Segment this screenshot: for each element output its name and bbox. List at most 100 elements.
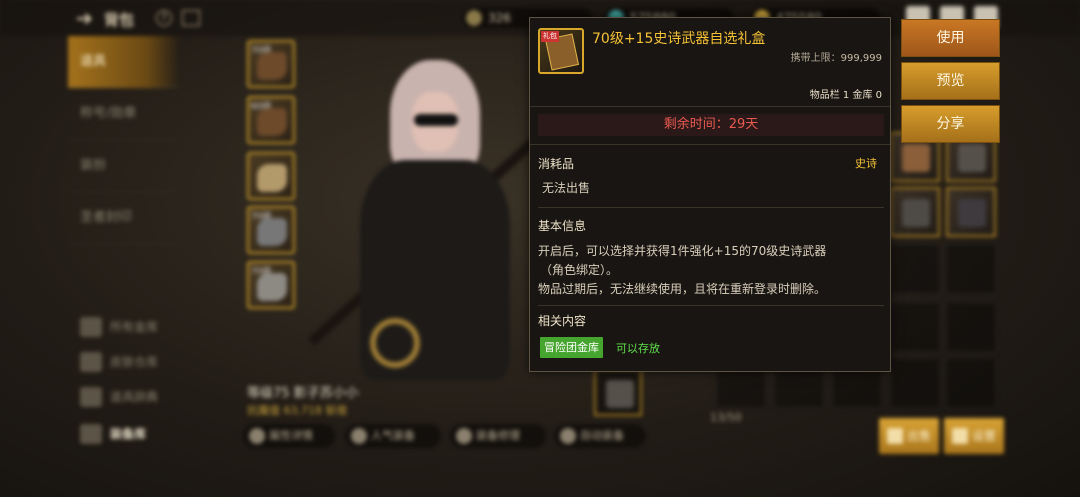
preview-button[interactable]: 预览: [901, 62, 1000, 100]
stock-count: 物品栏 1 金库 0: [809, 90, 882, 101]
item-icon: [958, 199, 986, 227]
sidebar: 道具 称号/勋章 装扮 圣者封印: [68, 36, 180, 250]
divider: [538, 207, 884, 208]
item-icon: [606, 380, 634, 408]
character-glasses: [414, 114, 458, 126]
sidebar-item-seal[interactable]: 圣者封印: [68, 192, 180, 244]
item-tag: 礼包: [541, 31, 559, 42]
basic-info-header: 基本信息: [538, 219, 587, 233]
power-label: 抗魔值: [247, 404, 280, 417]
sidebar-item-items[interactable]: 道具: [68, 36, 180, 88]
carry-value: 999,999: [840, 53, 882, 64]
sidebar-item-label: 装扮: [80, 158, 107, 173]
sidebar-item-label: 圣者封印: [80, 210, 133, 225]
no-sell-note: 无法出售: [542, 181, 591, 195]
wardrobe-icon: [80, 352, 102, 372]
item-icon: [902, 144, 930, 172]
storage-link-vault[interactable]: 所有金库: [80, 315, 158, 339]
item-icon: [902, 199, 930, 227]
popular-gear-button[interactable]: 人气装备: [345, 424, 441, 448]
description-line: 物品过期后，无法继续使用，且将在重新登录时删除。: [538, 282, 827, 296]
sidebar-item-titles[interactable]: 称号/勋章: [68, 88, 180, 140]
equipment-slot-3[interactable]: [247, 152, 295, 200]
carry-limit: 携带上限：999,999: [791, 49, 882, 64]
character-level-name: 等级75 影子苏小小: [247, 386, 359, 401]
character-power: 抗魔值 63,718 斩夜: [247, 402, 348, 418]
sidebar-item-avatar[interactable]: 装扮: [68, 140, 180, 192]
divider: [530, 144, 890, 145]
inventory-slot[interactable]: [890, 187, 940, 237]
share-button[interactable]: 分享: [901, 105, 1000, 143]
armor-icon: [257, 108, 287, 136]
sidebar-item-label: 道具: [80, 54, 107, 69]
weapon-icon: [257, 52, 287, 80]
fatigue-icon: [466, 10, 482, 26]
storage-link-wardrobe[interactable]: 皮肤仓库: [80, 350, 158, 374]
attribute-icon: [249, 428, 265, 444]
bag-screen: ➔ 背包 ? 326 575880 475580 道具 称号/勋章 装扮: [0, 0, 1080, 497]
inventory-slot[interactable]: [890, 244, 940, 294]
item-grade: 史诗: [855, 157, 877, 170]
equipment-slot-2[interactable]: 60级: [247, 96, 295, 144]
settings-button[interactable]: 设置: [944, 418, 1004, 454]
gift-box-icon: 礼包: [538, 28, 584, 74]
gauntlet-icon: [257, 218, 287, 246]
storage-link-dictionary[interactable]: 道具辞典: [80, 385, 158, 409]
storage-link-equipment[interactable]: 装备库: [80, 422, 146, 446]
inventory-slot[interactable]: [890, 302, 940, 352]
description-line: （角色绑定）。: [540, 263, 619, 277]
inventory-slot[interactable]: [594, 368, 642, 416]
item-category: 消耗品: [538, 157, 575, 171]
item-icon: [958, 144, 986, 172]
attribute-detail-button[interactable]: 属性详情: [243, 424, 335, 448]
resource-value: 326: [488, 11, 511, 25]
auto-equip-icon: [560, 428, 576, 444]
storage-link-label: 装备库: [110, 427, 147, 441]
boot-icon: [257, 273, 287, 301]
auto-equip-button[interactable]: 自动装备: [554, 424, 646, 448]
book-icon[interactable]: [182, 10, 200, 26]
storage-link-label: 道具辞典: [110, 390, 159, 404]
related-header: 相关内容: [538, 314, 587, 328]
popular-icon: [351, 428, 367, 444]
help-icon[interactable]: ?: [156, 10, 172, 26]
equipment-slot-5[interactable]: 70级: [247, 261, 295, 309]
character-portrait: [307, 50, 553, 380]
inventory-slot[interactable]: [946, 187, 996, 237]
button-label: 出售: [907, 429, 932, 443]
page-title: 背包: [104, 11, 135, 29]
carry-label: 携带上限：: [790, 53, 841, 64]
repair-gear-button[interactable]: 装备修理: [450, 424, 546, 448]
power-suffix: 斩夜: [325, 404, 348, 417]
character-ring: [370, 318, 420, 368]
equipment-slot-weapon[interactable]: 70级: [247, 40, 295, 88]
inventory-slot[interactable]: [946, 358, 996, 408]
sell-button[interactable]: 出售: [879, 418, 939, 454]
equipment-storage-icon: [80, 424, 102, 444]
item-tooltip: 礼包 70级+15史诗武器自选礼盒 携带上限：999,999 物品栏 1 金库 …: [529, 17, 891, 372]
dictionary-icon: [80, 387, 102, 407]
vault-icon: [80, 317, 102, 337]
wing-icon: [257, 164, 287, 192]
gear-icon: [952, 428, 968, 444]
power-value: 63,718: [283, 404, 323, 417]
back-arrow-icon[interactable]: ➔: [76, 8, 98, 28]
use-button[interactable]: 使用: [901, 19, 1000, 57]
button-label: 设置: [972, 429, 997, 443]
sidebar-item-label: 称号/勋章: [80, 106, 137, 121]
button-label: 自动装备: [580, 429, 624, 442]
inventory-slot[interactable]: [890, 358, 940, 408]
remaining-time: 剩余时间：29天: [538, 114, 884, 136]
storage-link-label: 所有金库: [110, 320, 159, 334]
button-label: 装备修理: [476, 429, 520, 442]
storage-link-label: 皮肤仓库: [110, 355, 159, 369]
sell-icon: [887, 428, 903, 444]
storable-note: 可以存放: [616, 342, 660, 355]
item-title: 70级+15史诗武器自选礼盒: [592, 31, 766, 47]
divider: [530, 106, 890, 107]
repair-icon: [456, 428, 472, 444]
equipment-slot-4[interactable]: 70级: [247, 206, 295, 254]
inventory-slot[interactable]: [946, 302, 996, 352]
item-description: 开启后，可以选择并获得1件强化+15的70级史诗武器 （角色绑定）。 物品过期后…: [538, 242, 883, 299]
inventory-slot[interactable]: [946, 244, 996, 294]
